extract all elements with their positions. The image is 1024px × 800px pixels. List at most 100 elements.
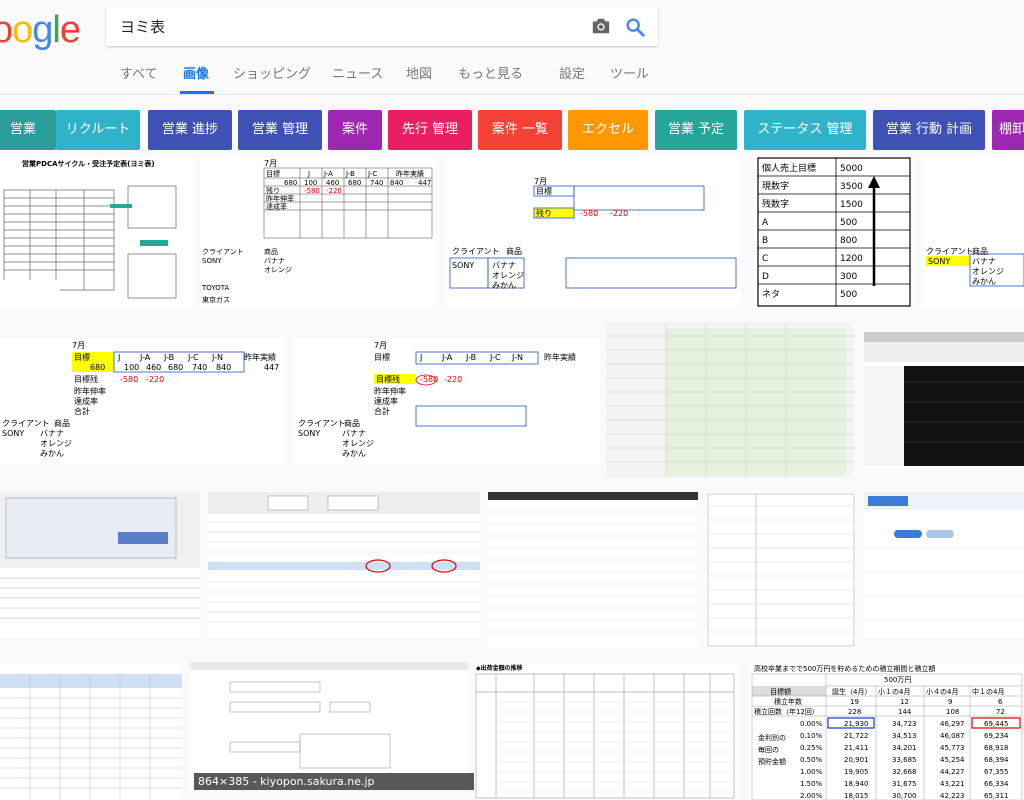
- result-image-yomi-table-3[interactable]: 7月 目標 J J-A J-B J-C J-N 昨年実績 680 100 460…: [0, 338, 284, 464]
- google-logo[interactable]: oogle: [0, 9, 81, 51]
- t4-hj: J: [419, 353, 422, 362]
- chip-eigyo-yotei[interactable]: 営業 予定: [655, 110, 737, 150]
- chip-eigyo-kanri[interactable]: 営業 管理: [238, 110, 322, 150]
- t3-client: クライアント: [2, 419, 50, 428]
- chip-excel[interactable]: エクセル: [568, 110, 648, 150]
- sav-d-2-1: 34,201: [892, 744, 917, 752]
- web-form-graphic: [864, 492, 1024, 621]
- sav-d-2-2: 45,773: [940, 744, 965, 752]
- cl-banana: バナナ: [972, 257, 996, 266]
- sav-d-3-3: 68,394: [984, 756, 1009, 764]
- result-image-web-form[interactable]: [864, 492, 1024, 638]
- sav-rate-2: 0.25%: [800, 744, 823, 752]
- nav-all[interactable]: すべて: [120, 64, 158, 86]
- result-image-field-table[interactable]: [706, 492, 856, 648]
- t1-c4: オレンジ: [264, 266, 292, 274]
- t3-banana: バナナ: [40, 429, 64, 438]
- pt-r7-label: ネタ: [762, 289, 780, 300]
- nav-tools[interactable]: ツール: [610, 64, 649, 86]
- t3-product: 商品: [54, 418, 70, 428]
- logo-letter-e: e: [59, 9, 81, 51]
- t1-v4: 740: [370, 179, 383, 187]
- sav-r2-label: 積立回数（年12回）: [754, 707, 819, 716]
- result-image-excel-list[interactable]: [208, 492, 480, 638]
- search-input[interactable]: [120, 14, 560, 38]
- result-image-savings-table[interactable]: 高校卒業までで500万円を貯めるための積立期間と積立額 500万円 目標額 誕生…: [750, 662, 1024, 800]
- pt-r4-val: 800: [840, 236, 857, 246]
- pt-r2-val: 1500: [840, 200, 863, 210]
- result-image-yomi-table-2[interactable]: 7月 目標 残り -580 -220 クライアント 商品 SONY バナナ オレ…: [446, 156, 740, 308]
- t3-hj: J: [117, 353, 120, 362]
- t3-hjc: J-C: [187, 353, 199, 362]
- sav-r2-v4: 72: [996, 708, 1005, 716]
- result-image-personal-target[interactable]: 個人売上目標 5000 現数字 3500 残数字 1500 A 500 B 80…: [754, 156, 914, 308]
- pt-r3-val: 500: [840, 218, 857, 228]
- chip-eigyo-shinchoku[interactable]: 営業 進捗: [148, 110, 232, 150]
- t3-target: 目標: [74, 352, 90, 362]
- t2-orange: オレンジ: [492, 271, 524, 280]
- chip-eigyo-kodo-keikaku[interactable]: 営業 行動 計画: [873, 110, 985, 150]
- result-image-client-list[interactable]: クライアント 商品 SONY バナナ オレンジ みかん: [922, 156, 1024, 308]
- t3-hjb: J-B: [163, 353, 174, 362]
- sav-r1-v4: 6: [998, 698, 1003, 706]
- t2-sony: SONY: [452, 261, 474, 270]
- t1-r2-label: 残り: [266, 186, 280, 195]
- t1-c1: 商品: [264, 247, 278, 256]
- sav-d-4-1: 32,668: [892, 768, 917, 776]
- nav-shopping[interactable]: ショッピング: [233, 64, 311, 86]
- sav-side-2: 預貯金額: [758, 757, 786, 766]
- chip-status-kanri[interactable]: ステータス 管理: [744, 110, 866, 150]
- result-image-shipment-table[interactable]: ◆出荷金額の推移: [474, 662, 738, 800]
- result-image-kiyopon-form[interactable]: [190, 662, 468, 790]
- result-image-dashboard[interactable]: [864, 332, 1024, 468]
- green-bar: [140, 240, 168, 246]
- sav-h2: 小１の4月: [878, 687, 910, 696]
- t2-target: 目標: [536, 186, 552, 196]
- sav-d-0-2: 46,297: [940, 720, 965, 728]
- cl-client: クライアント: [926, 247, 974, 256]
- result-image-word-list[interactable]: [488, 492, 698, 648]
- sav-d-5-0: 18,940: [844, 780, 869, 788]
- nav-more[interactable]: もっと見る: [458, 64, 523, 86]
- dashboard-graphic: [864, 332, 1024, 466]
- chip-recruit[interactable]: リクルート: [56, 110, 140, 150]
- cl-mikan: みかん: [972, 277, 996, 286]
- logo-letter-g: g: [32, 9, 53, 51]
- t3-v4: 740: [192, 363, 207, 372]
- blue-grid-graphic: [0, 674, 182, 800]
- search-icon[interactable]: [624, 16, 646, 38]
- chip-anken[interactable]: 案件: [328, 110, 382, 150]
- t3-rem2: -220: [146, 375, 164, 384]
- result-image-yomi-table-1[interactable]: 7月 目標 J J-A J-B J-C 昨年実績 680 100 460 680…: [200, 156, 436, 308]
- nav-maps[interactable]: 地図: [406, 64, 432, 86]
- pdca-title: 営業PDCAサイクル・受注予定表(ヨミ表): [22, 159, 155, 168]
- t4-orange: オレンジ: [342, 439, 374, 448]
- t4-sony: SONY: [298, 429, 320, 438]
- result-image-blue-grid[interactable]: [0, 662, 182, 800]
- nav-settings[interactable]: 設定: [559, 64, 585, 86]
- pt-r6-label: D: [762, 272, 769, 282]
- sav-h0: 目標額: [770, 687, 791, 696]
- result-image-pdca-table[interactable]: 営業PDCAサイクル・受注予定表(ヨミ表): [0, 156, 194, 308]
- pt-r5-label: C: [762, 254, 768, 264]
- t3-mikan: みかん: [40, 449, 64, 458]
- result-image-yomi-table-4[interactable]: 7月 目標 J J-A J-B J-C J-N 昨年実績 目標残 -580 -2…: [294, 338, 600, 464]
- chip-eigyo[interactable]: 営業: [0, 110, 56, 150]
- nav-images[interactable]: 画像: [183, 64, 209, 86]
- sav-d-0-3: 69,445: [984, 720, 1009, 728]
- image-caption: 864×385 - kiyopon.sakura.ne.jp: [194, 773, 486, 790]
- t3-v1: 100: [124, 363, 139, 372]
- chip-anken-ichiran[interactable]: 案件 一覧: [478, 110, 562, 150]
- result-image-form-app[interactable]: [0, 492, 200, 638]
- nav-news[interactable]: ニュース: [332, 64, 383, 86]
- t3-orange: オレンジ: [40, 439, 72, 448]
- result-image-green-sheet[interactable]: [606, 322, 854, 478]
- sav-r1-v2: 12: [900, 698, 909, 706]
- sav-rate-3: 0.50%: [800, 756, 823, 764]
- t1-c0: クライアント: [202, 248, 244, 256]
- t1-h0: 目標: [266, 169, 280, 178]
- t2-banana: バナナ: [492, 261, 516, 270]
- chip-tanaoroshi[interactable]: 棚卸: [992, 110, 1024, 150]
- chip-senko-kanri[interactable]: 先行 管理: [388, 110, 472, 150]
- camera-icon[interactable]: [590, 16, 612, 36]
